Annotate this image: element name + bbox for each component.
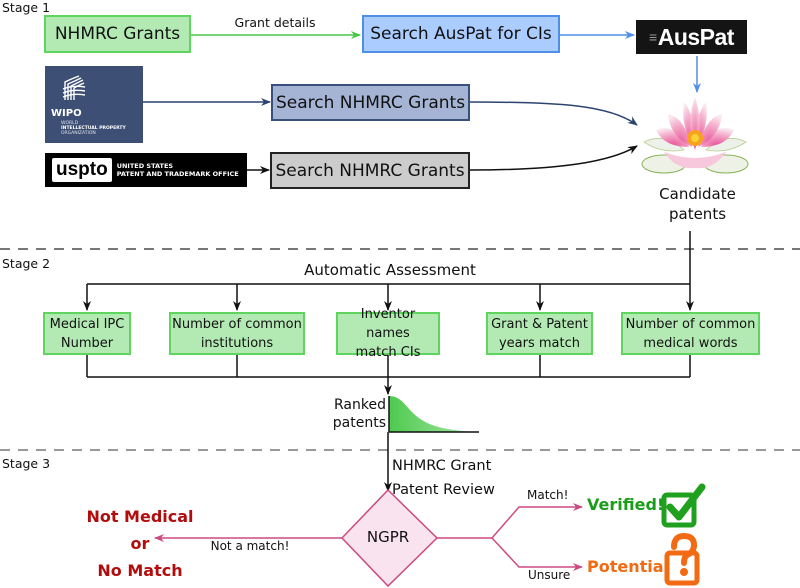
uspto-wordmark: uspto bbox=[52, 158, 112, 182]
stage-1-label: Stage 1 bbox=[2, 0, 51, 15]
uspto-full-name: UNITED STATES PATENT AND TRADEMARK OFFIC… bbox=[116, 162, 239, 178]
nhmrc-grant-patent-review-label: NHMRC Grant Patent Review bbox=[392, 458, 495, 498]
wipo-logo: WIPO WORLD INTELLECTUAL PROPERTY ORGANIZ… bbox=[45, 66, 143, 143]
auspat-stripes-icon: ≡ bbox=[649, 29, 657, 45]
stage-3-label: Stage 3 bbox=[2, 456, 51, 471]
candidate-patents-label: Candidate patents bbox=[659, 185, 736, 223]
criterion-medical-ipc[interactable]: Medical IPC Number bbox=[43, 312, 131, 355]
stage-2-label: Stage 2 bbox=[2, 256, 51, 271]
wipo-name: WIPO bbox=[51, 108, 82, 119]
arrow-uspto-search-to-candidates bbox=[469, 145, 638, 171]
criterion-inventor-names[interactable]: Inventor names match CIs bbox=[336, 307, 440, 360]
lotus-flower-icon bbox=[641, 97, 749, 174]
wipo-search-label: Search NHMRC Grants bbox=[275, 92, 466, 113]
wipo-full-name: WORLD INTELLECTUAL PROPERTY ORGANIZATION bbox=[61, 121, 126, 136]
criterion-common-institutions[interactable]: Number of common institutions bbox=[169, 312, 305, 355]
grant-details-label: Grant details bbox=[234, 15, 316, 30]
uspto-logo: uspto UNITED STATES PATENT AND TRADEMARK… bbox=[45, 153, 247, 187]
arrow-wipo-search-to-candidates bbox=[469, 101, 638, 126]
ranked-distribution-curve bbox=[389, 396, 478, 432]
search-auspat-box[interactable]: Search AusPat for CIs bbox=[362, 15, 560, 53]
criterion-medical-words[interactable]: Number of common medical words bbox=[621, 312, 760, 355]
wipo-search-box[interactable]: Search NHMRC Grants bbox=[271, 84, 470, 121]
ranked-patents-label: Ranked patents bbox=[332, 397, 386, 431]
not-a-match-label: Not a match! bbox=[210, 539, 290, 553]
auspat-logo: ≡ AusPat bbox=[636, 20, 747, 54]
ngpr-label: NGPR bbox=[366, 528, 410, 546]
uspto-search-label: Search NHMRC Grants bbox=[275, 160, 465, 181]
nhmrc-grants-label: NHMRC Grants bbox=[54, 24, 181, 44]
criterion-years-match[interactable]: Grant & Patent years match bbox=[486, 312, 593, 355]
not-medical-result: Not Medical or No Match bbox=[86, 507, 194, 580]
nhmrc-grants-box[interactable]: NHMRC Grants bbox=[44, 15, 191, 53]
automatic-assessment-title: Automatic Assessment bbox=[304, 261, 476, 279]
search-auspat-label: Search AusPat for CIs bbox=[370, 24, 552, 44]
match-label: Match! bbox=[527, 488, 569, 502]
verified-result: Verified! bbox=[587, 495, 665, 514]
checkmark-icon bbox=[661, 483, 706, 528]
potential-result: Potential bbox=[587, 557, 670, 576]
question-mark-icon bbox=[664, 533, 700, 586]
wipo-globe-icon bbox=[62, 75, 86, 100]
unsure-label: Unsure bbox=[528, 568, 571, 582]
uspto-search-box[interactable]: Search NHMRC Grants bbox=[270, 152, 470, 189]
